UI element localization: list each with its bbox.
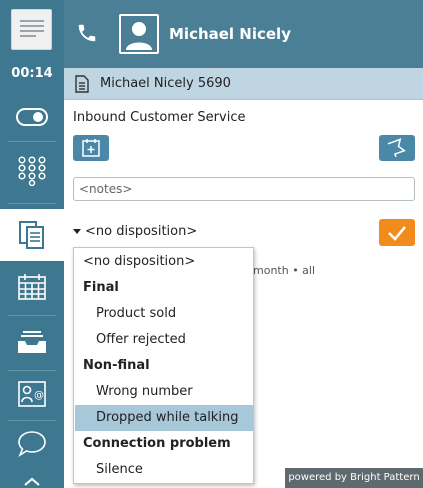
dropdown-item[interactable]: Product sold (75, 301, 253, 327)
service-name: Inbound Customer Service (73, 110, 246, 125)
dropdown-group-header: Final (83, 280, 119, 295)
disposition-dropdown: <no disposition> Final Product sold Offe… (73, 247, 254, 484)
left-sidebar: 00:14 @ (0, 0, 64, 488)
caret-down-icon (73, 229, 81, 234)
svg-text:@: @ (34, 390, 44, 401)
dropdown-item-highlighted[interactable]: Dropped while talking (75, 405, 253, 431)
interaction-titlebar: Michael Nicely 5690 (64, 68, 423, 100)
powered-by-badge: powered by Bright Pattern (285, 468, 423, 488)
dropdown-item[interactable]: Silence (75, 457, 253, 483)
dropdown-item[interactable]: Wrong number (75, 379, 253, 405)
expand-icon[interactable] (0, 474, 64, 488)
agent-name: Michael Nicely (169, 25, 291, 43)
documents-icon[interactable] (0, 209, 64, 261)
dropdown-item[interactable]: Offer rejected (75, 327, 253, 353)
phone-icon[interactable] (76, 22, 98, 48)
dropdown-group-header: Non-final (83, 358, 150, 373)
calendar-icon[interactable] (0, 265, 64, 309)
inbox-icon[interactable] (0, 320, 64, 364)
contacts-icon[interactable]: @ (0, 374, 64, 414)
dialpad-icon[interactable] (0, 146, 64, 196)
interaction-title: Michael Nicely 5690 (100, 76, 231, 91)
confirm-button[interactable] (379, 219, 415, 246)
disposition-value: <no disposition> (85, 224, 198, 239)
notes-field[interactable]: <notes> (73, 177, 415, 201)
call-header: Michael Nicely (64, 0, 423, 68)
flag-button[interactable] (379, 135, 415, 161)
filter-text: month • all (253, 264, 316, 277)
toggle-icon[interactable] (0, 100, 64, 134)
document-icon (74, 75, 90, 97)
call-timer: 00:14 (11, 66, 53, 81)
schedule-button[interactable] (73, 135, 109, 161)
avatar-icon (119, 14, 159, 54)
dropdown-item[interactable]: <no disposition> (75, 249, 253, 275)
logo-icon[interactable] (11, 9, 52, 50)
dropdown-group-header: Connection problem (83, 436, 231, 451)
chat-icon[interactable] (0, 424, 64, 464)
disposition-select[interactable]: <no disposition> (73, 224, 197, 239)
